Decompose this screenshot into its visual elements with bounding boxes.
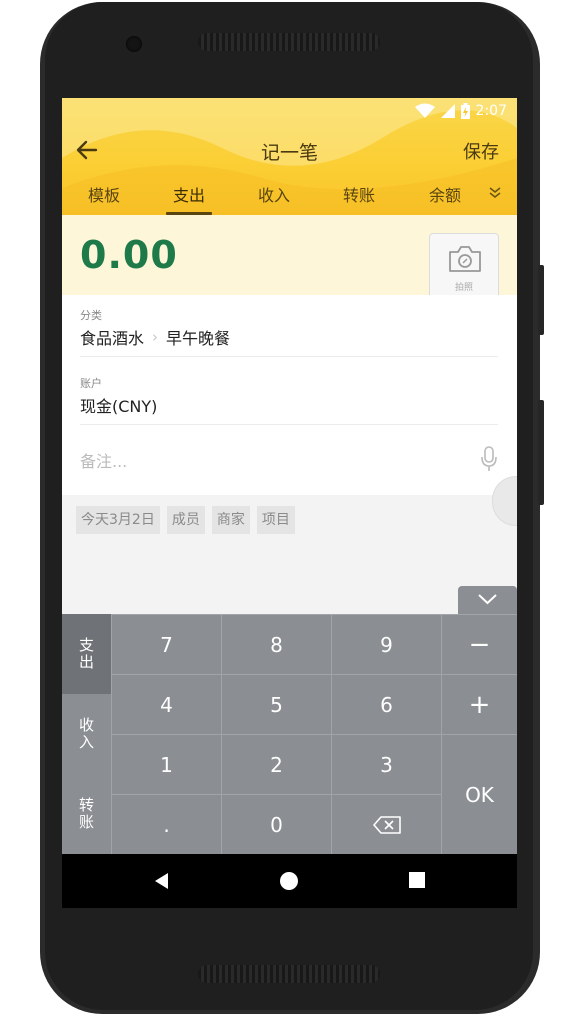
category-value: 食品酒水 › 早午晚餐: [80, 325, 498, 349]
tab-income[interactable]: 收入: [258, 182, 290, 206]
tab-transfer[interactable]: 转账: [343, 182, 375, 206]
kb-income-button[interactable]: 收入: [62, 694, 111, 774]
note-input[interactable]: 备注...: [80, 448, 127, 472]
chevron-right-icon: ›: [152, 328, 159, 346]
volume-button: [538, 265, 544, 335]
tab-balance[interactable]: 余额: [429, 182, 461, 206]
tabs-more-button[interactable]: [487, 184, 503, 200]
keyboard-type-switch: 支出 收入 转账: [62, 614, 111, 854]
key-2[interactable]: 2: [221, 734, 331, 794]
key-decimal[interactable]: .: [111, 794, 221, 854]
account-value: 现金(CNY): [80, 397, 158, 416]
member-chip[interactable]: 成员: [166, 506, 205, 534]
entry-form: 分类 食品酒水 › 早午晚餐 账户 现金(CNY) 备注...: [62, 295, 517, 495]
date-chip[interactable]: 今天3月2日: [76, 506, 160, 534]
number-keyboard: 支出 收入 转账 7 8 9 − 4 5 6 + 1 2 3 OK . 0: [62, 614, 517, 854]
hide-keyboard-button[interactable]: [458, 586, 517, 614]
camera-icon: [449, 246, 481, 272]
key-minus[interactable]: −: [441, 614, 517, 674]
type-tabs: 模板 支出 收入 转账 余额: [62, 178, 517, 215]
key-plus[interactable]: +: [441, 674, 517, 734]
status-bar: 2:07: [414, 102, 507, 120]
square-recents-icon: [409, 872, 425, 888]
category-label: 分类: [80, 309, 102, 322]
front-camera: [126, 36, 142, 52]
signal-icon: [440, 104, 455, 118]
battery-icon: [460, 103, 470, 119]
app-header: 2:07 记一笔 保存 模板 支出 收入 转账 余额: [62, 98, 517, 215]
note-row: 备注...: [80, 442, 498, 478]
tab-expense[interactable]: 支出: [173, 182, 205, 206]
tab-template[interactable]: 模板: [88, 182, 120, 206]
amount-area: 0.00 拍照: [62, 215, 517, 299]
amount-display[interactable]: 0.00: [80, 233, 178, 277]
attribute-chips: 今天3月2日 成员 商家 项目: [76, 506, 295, 534]
circle-home-icon: [280, 872, 298, 890]
double-chevron-down-icon: [489, 187, 501, 199]
category-primary: 食品酒水: [80, 329, 145, 348]
project-chip[interactable]: 项目: [256, 506, 295, 534]
chevron-down-icon: [478, 594, 497, 605]
account-label: 账户: [80, 377, 102, 390]
triangle-back-icon: [155, 873, 168, 889]
key-9[interactable]: 9: [331, 614, 441, 674]
photo-button[interactable]: 拍照: [429, 233, 499, 299]
title-bar: 记一笔 保存: [62, 134, 517, 166]
bottom-speaker: [198, 965, 380, 983]
status-time: 2:07: [475, 103, 507, 119]
key-7[interactable]: 7: [111, 614, 221, 674]
wifi-icon: [414, 103, 435, 119]
nav-back-button[interactable]: [152, 871, 170, 895]
key-6[interactable]: 6: [331, 674, 441, 734]
microphone-icon: [481, 446, 497, 471]
ok-button[interactable]: OK: [441, 734, 517, 854]
page-title: 记一笔: [260, 142, 318, 164]
category-secondary: 早午晚餐: [166, 329, 231, 348]
kb-expense-button[interactable]: 支出: [62, 614, 111, 694]
top-speaker: [198, 33, 380, 51]
save-button[interactable]: 保存: [463, 138, 499, 164]
nav-recents-button[interactable]: [408, 871, 426, 893]
key-8[interactable]: 8: [221, 614, 331, 674]
backspace-icon: [372, 815, 401, 834]
system-nav-bar: [62, 854, 517, 908]
key-4[interactable]: 4: [111, 674, 221, 734]
key-5[interactable]: 5: [221, 674, 331, 734]
photo-label: 拍照: [454, 283, 473, 293]
key-3[interactable]: 3: [331, 734, 441, 794]
power-button: [538, 400, 544, 505]
nav-home-button[interactable]: [279, 871, 299, 895]
merchant-chip[interactable]: 商家: [211, 506, 250, 534]
account-field[interactable]: 账户 现金(CNY): [80, 375, 498, 425]
category-field[interactable]: 分类 食品酒水 › 早午晚餐: [80, 307, 498, 357]
key-1[interactable]: 1: [111, 734, 221, 794]
backspace-button[interactable]: [331, 794, 441, 854]
kb-transfer-button[interactable]: 转账: [62, 774, 111, 854]
key-0[interactable]: 0: [221, 794, 331, 854]
voice-input-button[interactable]: [480, 446, 498, 472]
app-screen: 2:07 记一笔 保存 模板 支出 收入 转账 余额 0.00 拍照 分类 食品…: [62, 98, 517, 908]
